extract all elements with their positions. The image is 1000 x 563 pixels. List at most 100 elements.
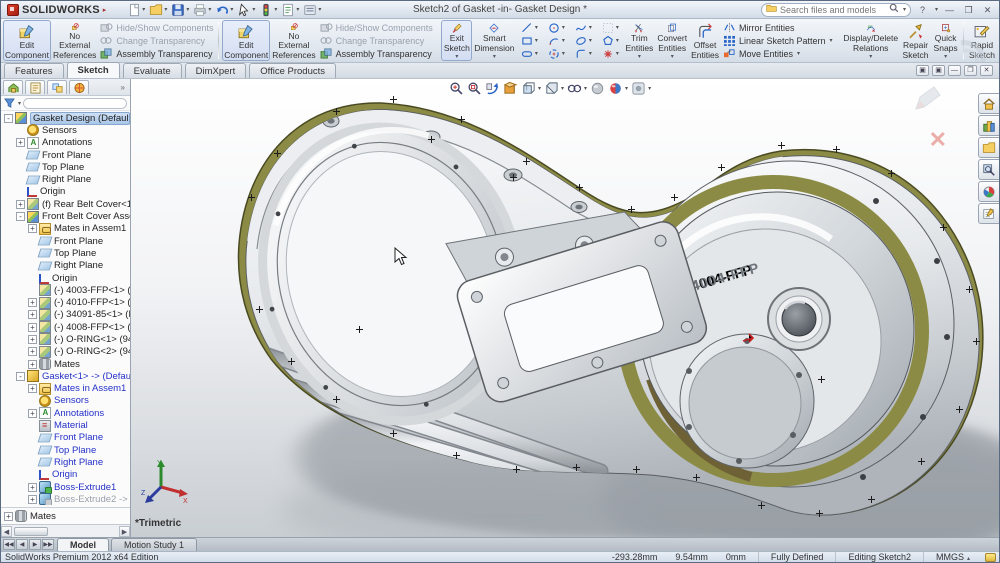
- edit-component-button-2[interactable]: Edit Component: [222, 20, 270, 61]
- tree-item-right-plane[interactable]: Right Plane: [1, 173, 130, 185]
- tab-motion-study-1[interactable]: Motion Study 1: [111, 538, 197, 551]
- tag-icon[interactable]: [985, 553, 996, 562]
- custom-properties-tab[interactable]: [978, 203, 999, 224]
- hide-show-components-item-1[interactable]: Hide/Show Components: [100, 22, 213, 34]
- save-dropdown-icon[interactable]: ▾: [186, 6, 189, 13]
- quick-snaps-button[interactable]: Quick Snaps ▾: [931, 20, 960, 61]
- tree-item-front-plane[interactable]: Front Plane: [1, 149, 130, 161]
- tree-item-f-rear-belt-cover-1-defa[interactable]: +(f) Rear Belt Cover<1> (Defa: [1, 198, 130, 210]
- line-tool[interactable]: ▾: [516, 21, 542, 34]
- linear-pattern-dropdown-icon[interactable]: ▾: [830, 37, 833, 44]
- doc-close-button[interactable]: ✕: [980, 65, 993, 76]
- smart-dimension-button[interactable]: Smart Dimension ▾: [472, 20, 516, 61]
- scroll-left-icon[interactable]: ◀: [1, 526, 12, 537]
- featuremanager-tab[interactable]: [3, 80, 23, 94]
- point-tool-dropdown-icon[interactable]: ▾: [616, 50, 619, 57]
- tree-item-4010-ffp-1-defau[interactable]: +(-) 4010-FFP<1> (Defau: [1, 296, 130, 308]
- tab-next-icon[interactable]: ▶: [29, 539, 41, 550]
- tab-evaluate[interactable]: Evaluate: [123, 63, 182, 78]
- tree-item-mates[interactable]: +Mates: [1, 510, 130, 522]
- view-orientation-button[interactable]: ▾: [521, 81, 541, 96]
- search-icon[interactable]: [889, 3, 899, 16]
- new-button[interactable]: ▾: [126, 2, 146, 18]
- tree-item-top-plane[interactable]: Top Plane: [1, 444, 130, 456]
- edit-component-button-1[interactable]: Edit Component: [3, 20, 51, 61]
- tab-dimxpert[interactable]: DimXpert: [185, 63, 247, 78]
- graphics-viewport[interactable]: 4004-FFP 4004-FFP: [131, 79, 999, 537]
- view-settings-button[interactable]: ▾: [631, 81, 651, 96]
- fillet-tool-dropdown-icon[interactable]: ▾: [589, 50, 592, 57]
- change-transparency-item-2[interactable]: Change Transparency: [320, 35, 433, 47]
- rectangle-tool[interactable]: ▾: [516, 34, 542, 47]
- view-orientation-dropdown-icon[interactable]: ▾: [538, 85, 541, 92]
- tree-item-mates-in-assem1[interactable]: +Mates in Assem1: [1, 383, 130, 395]
- previous-view-button[interactable]: [485, 81, 500, 96]
- rectangle-tool-dropdown-icon[interactable]: ▾: [535, 37, 538, 44]
- tree-item-annotations[interactable]: +Annotations: [1, 407, 130, 419]
- tree-item-front-belt-cover-assembly[interactable]: -Front Belt Cover Assembly<: [1, 210, 130, 222]
- expand-toggle-icon[interactable]: -: [4, 114, 13, 123]
- expand-toggle-icon[interactable]: +: [28, 384, 37, 393]
- assembly-transparency-item-1[interactable]: Assembly Transparency: [100, 48, 213, 60]
- doc-restore-button[interactable]: ❐: [964, 65, 977, 76]
- hide-show-components-item-2[interactable]: Hide/Show Components: [320, 22, 433, 34]
- tab-first-icon[interactable]: ◀◀: [3, 539, 15, 550]
- options-dropdown-icon[interactable]: ▾: [318, 6, 321, 13]
- tree-item-4008-ffp-1-defau[interactable]: +(-) 4008-FFP<1> (Defau: [1, 321, 130, 333]
- tree-item-gasket-design-default-displa[interactable]: -Gasket Design (Default: [1, 112, 130, 124]
- file-properties-button[interactable]: ▾: [280, 2, 300, 18]
- change-transparency-item-1[interactable]: Change Transparency: [100, 35, 213, 47]
- hide-show-items-button[interactable]: ▾: [567, 81, 587, 96]
- display-delete-dropdown-icon[interactable]: ▾: [869, 53, 872, 60]
- tree-item-origin[interactable]: Origin: [1, 272, 130, 284]
- apply-scene-button[interactable]: [590, 81, 605, 96]
- print-dropdown-icon[interactable]: ▾: [208, 6, 211, 13]
- centerarc-tool-dropdown-icon[interactable]: ▾: [562, 50, 565, 57]
- zoom-fit-button[interactable]: [449, 81, 464, 96]
- restore-button[interactable]: ❐: [961, 3, 976, 16]
- tab-office-products[interactable]: Office Products: [249, 63, 336, 78]
- tree-item-mates[interactable]: +Mates: [1, 358, 130, 370]
- expand-toggle-icon[interactable]: +: [28, 298, 37, 307]
- undo-button[interactable]: ▾: [214, 2, 234, 18]
- zoom-area-button[interactable]: [467, 81, 482, 96]
- display-delete-relations-button[interactable]: Display/Delete Relations ▾: [841, 20, 900, 61]
- expand-toggle-icon[interactable]: -: [16, 372, 25, 381]
- expand-toggle-icon[interactable]: +: [4, 512, 13, 521]
- tree-item-sensors[interactable]: Sensors: [1, 124, 130, 136]
- ghost-tool[interactable]: ▾: [597, 21, 623, 34]
- options-button[interactable]: ▾: [302, 2, 322, 18]
- model-canvas[interactable]: 4004-FFP 4004-FFP: [131, 79, 999, 537]
- trim-entities-dropdown-icon[interactable]: ▾: [638, 53, 641, 60]
- tree-item-front-plane[interactable]: Front Plane: [1, 432, 130, 444]
- line-tool-dropdown-icon[interactable]: ▾: [535, 24, 538, 31]
- tree-filter-input[interactable]: [23, 98, 127, 109]
- ellipse-tool[interactable]: ▾: [570, 34, 596, 47]
- centerarc-tool[interactable]: ▾: [543, 47, 569, 60]
- tree-horizontal-scrollbar[interactable]: ◀ ▶: [1, 524, 130, 537]
- tree-item-top-plane[interactable]: Top Plane: [1, 161, 130, 173]
- expand-toggle-icon[interactable]: +: [28, 360, 37, 369]
- tree-item-gasket-1-default-d[interactable]: -Gasket<1> -> (Default<: [1, 370, 130, 382]
- mirror-entities-item[interactable]: Mirror Entities: [723, 22, 833, 34]
- edit-appearance-button[interactable]: ▾: [608, 81, 628, 96]
- exit-sketch-dropdown-icon[interactable]: ▾: [455, 53, 458, 60]
- tab-sketch[interactable]: Sketch: [67, 62, 120, 78]
- expand-toggle-icon[interactable]: +: [28, 323, 37, 332]
- quick-snaps-dropdown-icon[interactable]: ▾: [944, 53, 947, 60]
- select-button[interactable]: ▾: [236, 2, 256, 18]
- rebuild-button[interactable]: ▾: [258, 2, 278, 18]
- tree-item-annotations[interactable]: +Annotations: [1, 137, 130, 149]
- tab-features[interactable]: Features: [4, 63, 64, 78]
- tree-item-34091-85-1-defaul[interactable]: +(-) 34091-85<1> (Defaul: [1, 309, 130, 321]
- ellipse-tool-dropdown-icon[interactable]: ▾: [589, 37, 592, 44]
- search-input[interactable]: Search files and models ▾: [761, 3, 911, 17]
- tree-item-front-plane[interactable]: Front Plane: [1, 235, 130, 247]
- arc-tool-dropdown-icon[interactable]: ▾: [562, 37, 565, 44]
- confirmation-corner-sketch-icon[interactable]: [910, 83, 944, 117]
- tree-item-origin[interactable]: Origin: [1, 186, 130, 198]
- filter-icon[interactable]: [4, 98, 15, 108]
- convert-entities-button[interactable]: Convert Entities ▾: [655, 20, 689, 61]
- fillet-tool[interactable]: ▾: [570, 47, 596, 60]
- hide-show-items-dropdown-icon[interactable]: ▾: [584, 85, 587, 92]
